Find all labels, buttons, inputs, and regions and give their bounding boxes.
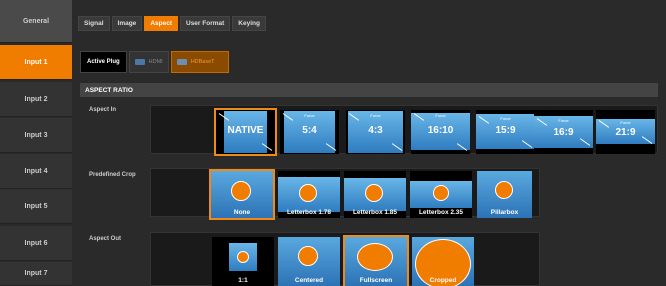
tab-image[interactable]: Image [111, 16, 143, 31]
predefined-crop-row: None Letterbox 1.78 Letterbox 1.85 Lette… [150, 168, 540, 220]
sidebar-item-label: Input 2 [24, 95, 48, 103]
tab-bar: Signal Image Aspect User Format Keying [78, 16, 266, 31]
aspect-in-row: NATIVE Force 5:4 Force 4:3 Force 16:10 F… [150, 105, 540, 156]
main-content: Signal Image Aspect User Format Keying A… [72, 0, 666, 286]
crop-option-label: Letterbox 2.35 [418, 209, 464, 216]
aspect-out-centered-tile[interactable]: Centered [278, 237, 340, 286]
active-plug-bar: Active Plug HDMI HDBaseT [80, 51, 229, 73]
sidebar-item-label: Input 3 [24, 131, 48, 139]
aspect-in-21-9-tile[interactable]: Force 21:9 [596, 110, 655, 154]
sidebar-item-label: Input 4 [24, 167, 48, 175]
predefined-crop-label: Predefined Crop [89, 172, 136, 178]
crop-option-label: Letterbox 1.78 [286, 209, 332, 216]
aspect-in-option-label: 4:3 [368, 125, 383, 136]
crop-letterbox-185-tile[interactable]: Letterbox 1.85 [344, 171, 406, 218]
sidebar-item-input-3[interactable]: Input 3 [0, 118, 72, 153]
tab-user-format[interactable]: User Format [180, 16, 231, 31]
aspect-out-label: Aspect Out [89, 236, 122, 242]
tab-keying[interactable]: Keying [232, 16, 266, 31]
aspect-in-option-label: 16:9 [553, 127, 574, 138]
sidebar-item-input-5[interactable]: Input 5 [0, 189, 72, 224]
aspect-in-label: Aspect In [89, 107, 117, 113]
sidebar-item-input-2[interactable]: Input 2 [0, 82, 72, 117]
sidebar-item-input-1[interactable]: Input 1 [0, 45, 72, 80]
crop-none-tile[interactable]: None [209, 169, 275, 220]
sidebar-item-label: Input 6 [24, 239, 48, 247]
aspect-in-native-tile[interactable]: NATIVE [214, 108, 277, 156]
aspect-out-cropped-tile[interactable]: Cropped [412, 237, 474, 286]
hdbaset-connector-icon [176, 59, 187, 65]
sidebar-item-label: General [22, 17, 50, 25]
aspect-in-option-label: NATIVE [227, 125, 264, 136]
aspect-in-4-3-tile[interactable]: Force 4:3 [346, 110, 405, 154]
aspect-in-5-4-tile[interactable]: Force 5:4 [280, 110, 339, 154]
aspect-ratio-header: ASPECT RATIO [80, 83, 658, 97]
aspect-out-option-label: Fullscreen [359, 277, 393, 284]
sidebar-item-label: Input 5 [24, 202, 48, 210]
aspect-in-option-label: 16:10 [427, 125, 454, 136]
sidebar-item-label: Input 7 [24, 270, 48, 277]
sidebar-item-general[interactable]: General [0, 0, 72, 43]
sidebar-item-label: Input 1 [24, 58, 48, 66]
aspect-in-option-label: 21:9 [615, 127, 636, 138]
aspect-in-16-9-tile[interactable]: Force 16:9 [534, 110, 593, 154]
plug-option-label: HDBaseT [190, 59, 215, 65]
aspect-in-option-label: 5:4 [302, 125, 317, 136]
sidebar: General Input 1 Input 2 Input 3 Input 4 … [0, 0, 72, 286]
aspect-out-1-1-tile[interactable]: 1:1 [212, 237, 274, 286]
crop-letterbox-235-tile[interactable]: Letterbox 2.35 [410, 171, 472, 218]
hdmi-connector-icon [134, 59, 145, 65]
sidebar-item-input-6[interactable]: Input 6 [0, 226, 72, 261]
tab-signal[interactable]: Signal [78, 16, 110, 31]
plug-option-hdmi[interactable]: HDMI [128, 51, 169, 73]
aspect-out-option-label: Centered [294, 277, 324, 284]
crop-pillarbox-tile[interactable]: Pillarbox [477, 171, 532, 218]
crop-letterbox-178-tile[interactable]: Letterbox 1.78 [278, 171, 340, 218]
aspect-out-fullscreen-tile[interactable]: Fullscreen [343, 235, 409, 286]
aspect-out-option-label: Cropped [429, 277, 457, 284]
sidebar-item-input-4[interactable]: Input 4 [0, 154, 72, 189]
plug-option-label: HDMI [148, 59, 163, 65]
tab-aspect[interactable]: Aspect [144, 16, 178, 31]
aspect-in-16-10-tile[interactable]: Force 16:10 [411, 110, 470, 154]
plug-option-hdbaset[interactable]: HDBaseT [170, 51, 229, 73]
aspect-in-row-continued: Force 16:9 Force 21:9 [534, 105, 658, 154]
aspect-out-option-label: 1:1 [238, 277, 248, 284]
active-plug-label: Active Plug [80, 51, 127, 73]
aspect-out-row: 1:1 Centered Fullscreen Cropped [150, 232, 540, 286]
aspect-in-15-9-tile[interactable]: Force 15:9 [476, 110, 535, 154]
sidebar-item-input-7[interactable]: Input 7 [0, 262, 72, 286]
crop-option-label: Letterbox 1.85 [352, 209, 398, 216]
aspect-in-option-label: 15:9 [495, 125, 516, 136]
crop-option-label: Pillarbox [490, 209, 519, 216]
crop-option-label: None [233, 209, 251, 216]
